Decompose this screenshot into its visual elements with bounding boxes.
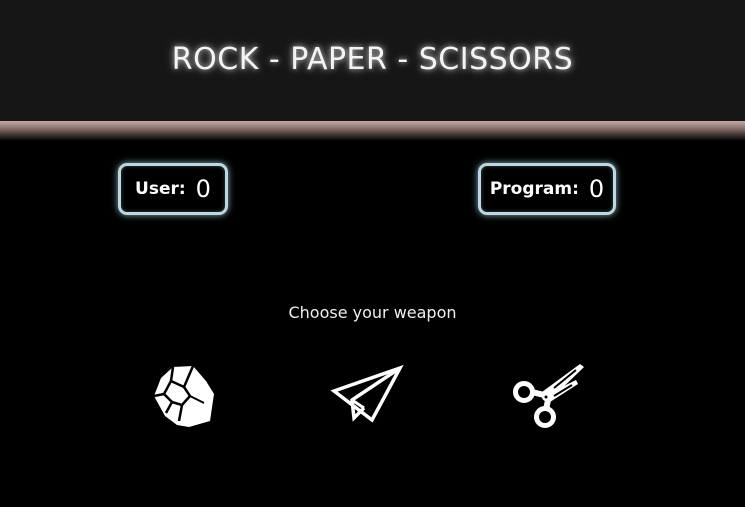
header-divider-bar (0, 121, 745, 141)
scissors-button[interactable] (510, 358, 586, 434)
game-page: ROCK - PAPER - SCISSORS User: 0 Program:… (0, 0, 745, 507)
paper-plane-icon (330, 364, 404, 423)
user-score-label: User: (135, 179, 186, 199)
program-score-badge: Program: 0 (478, 163, 616, 215)
program-score-value: 0 (588, 175, 605, 203)
program-score-label: Program: (489, 179, 579, 199)
user-score-badge: User: 0 (118, 163, 228, 215)
choose-weapon-prompt: Choose your weapon (288, 303, 457, 322)
rock-icon (153, 365, 214, 427)
page-title: ROCK - PAPER - SCISSORS (171, 42, 574, 77)
scissors-icon (513, 364, 584, 428)
header: ROCK - PAPER - SCISSORS (0, 0, 745, 121)
paper-button[interactable] (328, 358, 404, 434)
user-score-value: 0 (195, 175, 211, 203)
rock-button[interactable] (146, 358, 222, 434)
